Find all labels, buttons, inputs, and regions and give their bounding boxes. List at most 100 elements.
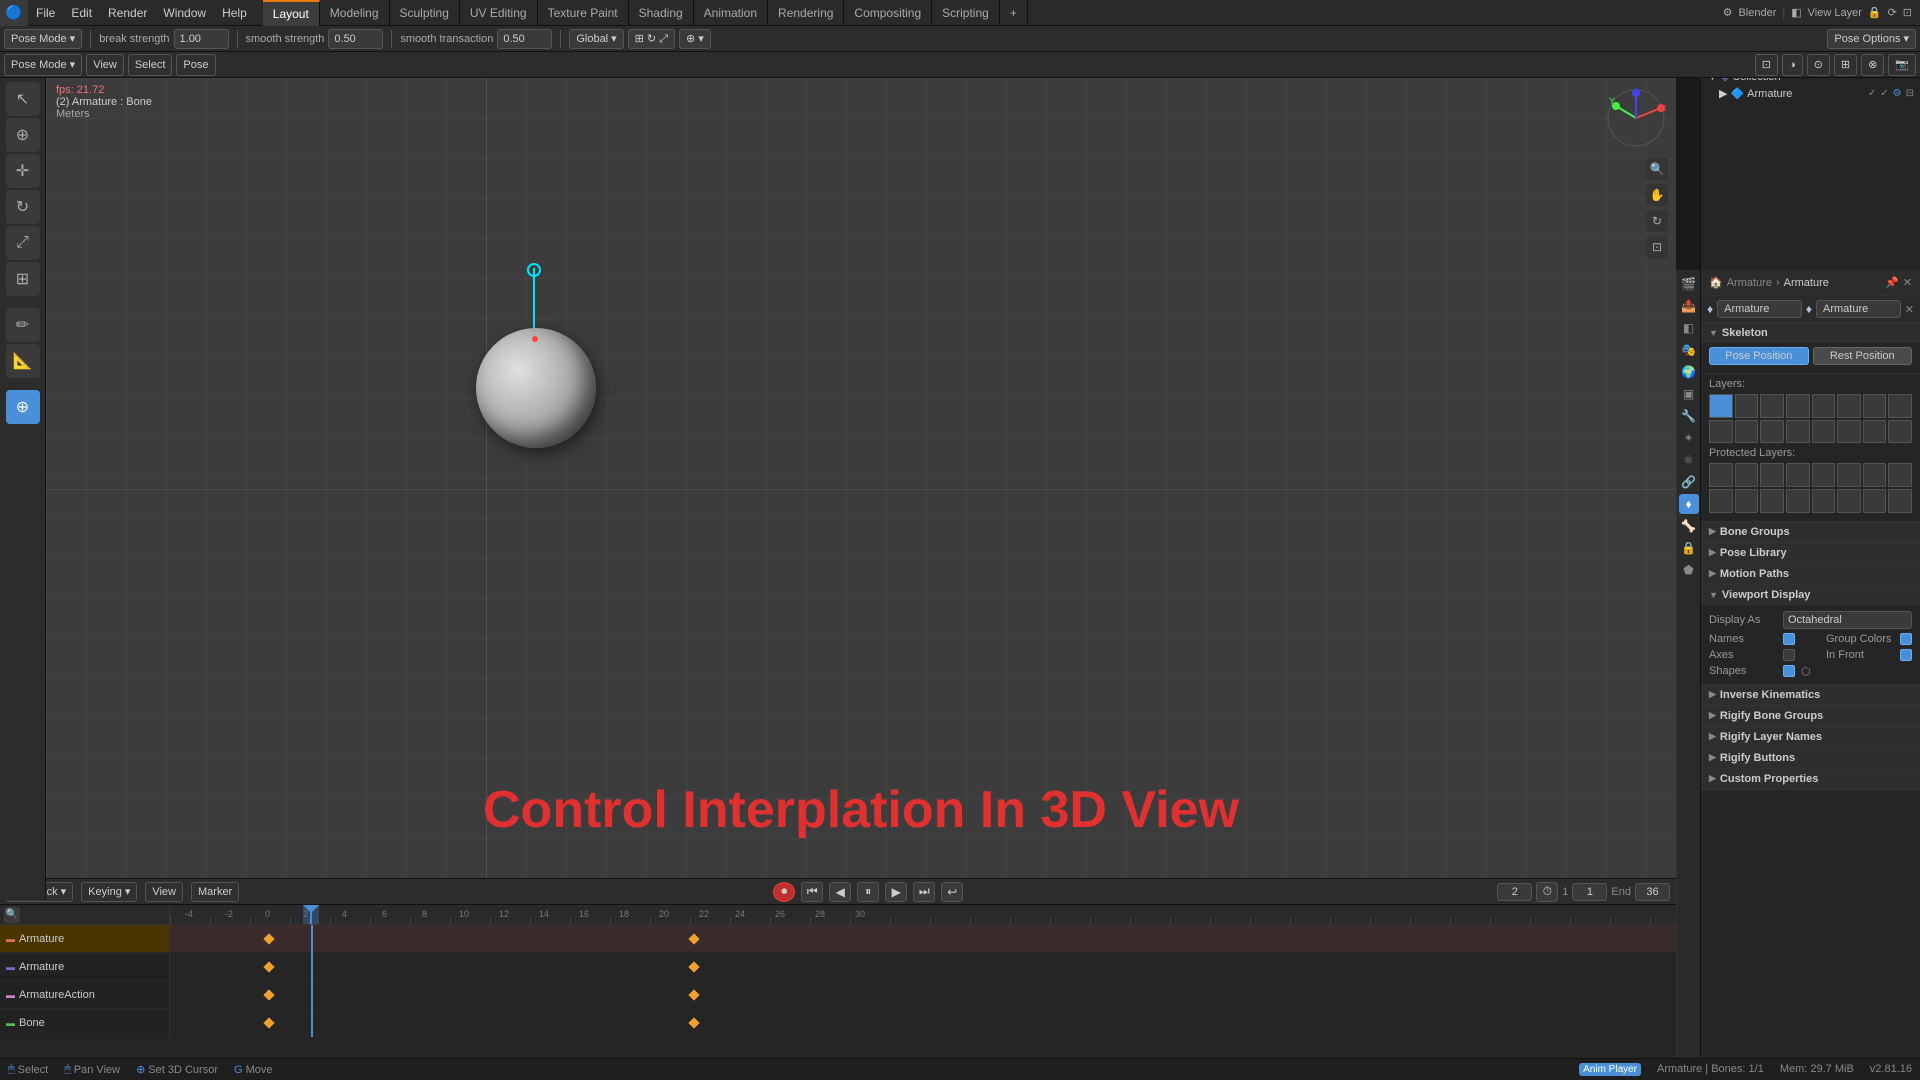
- layer-9[interactable]: [1709, 420, 1733, 444]
- global-btn[interactable]: Global ▾: [569, 29, 623, 49]
- nav-zoom-btn[interactable]: 🔍: [1646, 158, 1668, 180]
- track-bone[interactable]: ▬ Bone: [0, 1009, 169, 1037]
- prop-tab-modifiers[interactable]: 🔧: [1679, 406, 1699, 426]
- armature-name-field[interactable]: Armature: [1717, 300, 1802, 318]
- player-12[interactable]: [1786, 489, 1810, 513]
- pose-mode-btn[interactable]: Pose Mode ▾: [4, 29, 82, 49]
- tab-sculpting[interactable]: Sculpting: [390, 0, 460, 26]
- axes-widget[interactable]: X Y Z: [1606, 88, 1666, 148]
- viewport-mode-btn[interactable]: Pose Mode▾: [4, 54, 82, 76]
- pose-library-header[interactable]: ▶ Pose Library: [1701, 543, 1920, 563]
- sc-arm-lock[interactable]: ⊟: [1906, 88, 1914, 99]
- loop-btn[interactable]: ↩: [941, 882, 963, 902]
- layer-1[interactable]: [1709, 394, 1733, 418]
- current-frame[interactable]: 2: [1497, 883, 1532, 901]
- prop-tab-bone-constraints[interactable]: 🔒: [1679, 538, 1699, 558]
- viewport-display-btn[interactable]: ⊡: [1755, 54, 1778, 76]
- transform-icons[interactable]: ⊞ ↻ ⤢: [628, 29, 675, 49]
- pause-btn[interactable]: ⏸: [857, 882, 879, 902]
- menu-window[interactable]: Window: [155, 0, 214, 26]
- tab-add[interactable]: +: [1000, 0, 1028, 26]
- prop-tab-data[interactable]: ♦: [1679, 494, 1699, 514]
- rigify-bone-groups-header[interactable]: ▶ Rigify Bone Groups: [1701, 706, 1920, 726]
- tool-cursor[interactable]: ⊕: [6, 118, 40, 152]
- prop-tab-output[interactable]: 📤: [1679, 296, 1699, 316]
- viewport-camera-btn[interactable]: 📷: [1888, 54, 1916, 76]
- track-area[interactable]: -4 -2 0 2 4 6 8 10 12 14 16 18 20 22: [170, 905, 1676, 1038]
- player-5[interactable]: [1812, 463, 1836, 487]
- layer-15[interactable]: [1863, 420, 1887, 444]
- viewport-xray-btn[interactable]: ⊙: [1807, 54, 1830, 76]
- tool-transform[interactable]: ⊞: [6, 262, 40, 296]
- player-11[interactable]: [1760, 489, 1784, 513]
- sc-arm-eye[interactable]: ✓: [1868, 88, 1876, 99]
- viewport-gizmo-btn[interactable]: ⊗: [1861, 54, 1884, 76]
- end-frame[interactable]: 36: [1635, 883, 1670, 901]
- player-6[interactable]: [1837, 463, 1861, 487]
- ik-header[interactable]: ▶ Inverse Kinematics: [1701, 685, 1920, 705]
- player-1[interactable]: [1709, 463, 1733, 487]
- start-frame[interactable]: 1: [1572, 883, 1607, 901]
- layer-4[interactable]: [1786, 394, 1810, 418]
- frame-timer-btn[interactable]: ⏱: [1536, 882, 1558, 902]
- axes-checkbox[interactable]: [1783, 649, 1795, 661]
- view-layer-label[interactable]: View Layer: [1808, 7, 1862, 19]
- anim-player-btn[interactable]: Anim Player: [1579, 1063, 1641, 1076]
- in-front-checkbox[interactable]: [1900, 649, 1912, 661]
- tl-search-btn[interactable]: 🔍: [4, 907, 20, 923]
- jump-end-btn[interactable]: ⏭: [913, 882, 935, 902]
- tool-pose[interactable]: ⊕: [6, 390, 40, 424]
- layer-11[interactable]: [1760, 420, 1784, 444]
- layer-6[interactable]: [1837, 394, 1861, 418]
- armature-data-field[interactable]: Armature: [1816, 300, 1901, 318]
- armature-close-btn[interactable]: ✕: [1905, 303, 1914, 316]
- tool-move[interactable]: ✛: [6, 154, 40, 188]
- tab-texture-paint[interactable]: Texture Paint: [538, 0, 629, 26]
- tool-scale[interactable]: ⤢: [6, 226, 40, 260]
- props-pin-icon[interactable]: 📌: [1885, 276, 1899, 289]
- layer-16[interactable]: [1888, 420, 1912, 444]
- player-7[interactable]: [1863, 463, 1887, 487]
- prop-tab-render[interactable]: 🎬: [1679, 274, 1699, 294]
- menu-help[interactable]: Help: [214, 0, 255, 26]
- smooth-strength-input[interactable]: [328, 29, 383, 49]
- tab-rendering[interactable]: Rendering: [768, 0, 844, 26]
- prop-tab-view-layer[interactable]: ◧: [1679, 318, 1699, 338]
- nav-camera-btn[interactable]: ⊡: [1646, 236, 1668, 258]
- player-10[interactable]: [1735, 489, 1759, 513]
- prop-tab-scene[interactable]: 🎭: [1679, 340, 1699, 360]
- viewport-display-header[interactable]: ▼ Viewport Display: [1701, 585, 1920, 605]
- blender-logo[interactable]: 🔵: [0, 0, 28, 26]
- snap-btn[interactable]: ⊕ ▾: [679, 29, 711, 49]
- tl-marker-btn[interactable]: Marker: [191, 882, 239, 902]
- layer-7[interactable]: [1863, 394, 1887, 418]
- track-row-2[interactable]: [170, 953, 1676, 981]
- record-btn[interactable]: ⏺: [773, 882, 795, 902]
- group-colors-checkbox[interactable]: [1900, 633, 1912, 645]
- viewport-select-btn[interactable]: Select: [128, 54, 173, 76]
- player-9[interactable]: [1709, 489, 1733, 513]
- player-16[interactable]: [1888, 489, 1912, 513]
- display-as-select[interactable]: Octahedral: [1783, 611, 1912, 629]
- layer-12[interactable]: [1786, 420, 1810, 444]
- player-15[interactable]: [1863, 489, 1887, 513]
- player-14[interactable]: [1837, 489, 1861, 513]
- viewport-overlays-btn[interactable]: ⊞: [1834, 54, 1857, 76]
- layer-10[interactable]: [1735, 420, 1759, 444]
- pose-position-btn[interactable]: Pose Position: [1709, 347, 1809, 365]
- rigify-buttons-header[interactable]: ▶ Rigify Buttons: [1701, 748, 1920, 768]
- nav-rotate-btn[interactable]: ↻: [1646, 210, 1668, 232]
- player-13[interactable]: [1812, 489, 1836, 513]
- tool-measure[interactable]: 📐: [6, 344, 40, 378]
- tl-keying-btn[interactable]: Keying ▾: [81, 882, 137, 902]
- player-8[interactable]: [1888, 463, 1912, 487]
- prop-tab-physics[interactable]: ⚛: [1679, 450, 1699, 470]
- tab-layout[interactable]: Layout: [263, 0, 320, 26]
- prop-tab-object[interactable]: ▣: [1679, 384, 1699, 404]
- shapes-checkbox[interactable]: [1783, 665, 1795, 677]
- next-frame-btn[interactable]: ▶: [885, 882, 907, 902]
- prop-tab-bone[interactable]: 🦴: [1679, 516, 1699, 536]
- prop-tab-material[interactable]: ⬟: [1679, 560, 1699, 580]
- player-3[interactable]: [1760, 463, 1784, 487]
- tab-scripting[interactable]: Scripting: [932, 0, 1000, 26]
